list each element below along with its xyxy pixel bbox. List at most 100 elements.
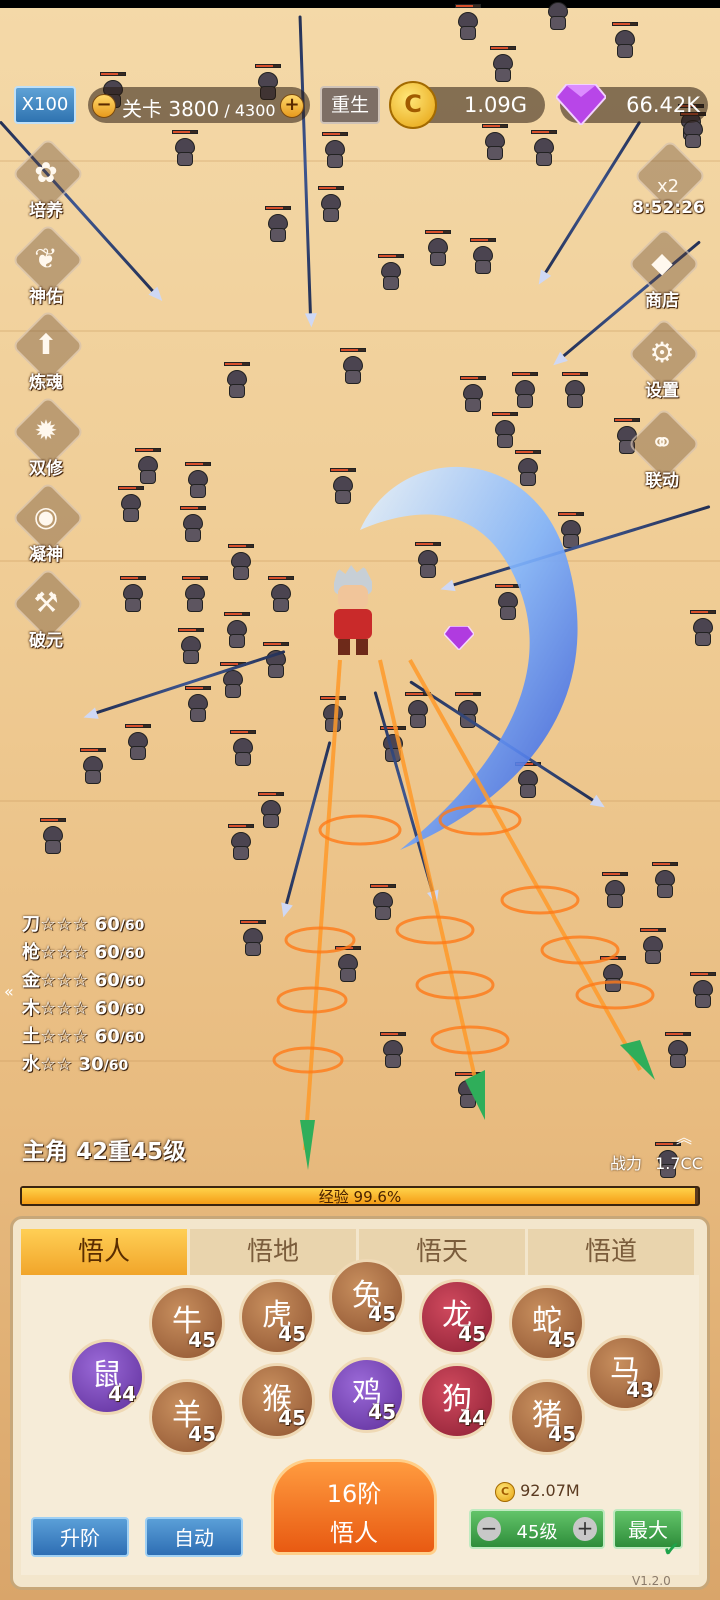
tab-wuren[interactable]: 悟人 — [21, 1229, 187, 1275]
enemy-soldier — [228, 544, 254, 584]
zodiac-snake[interactable]: 蛇 45 — [509, 1285, 585, 1361]
enemy-soldier — [322, 132, 348, 172]
stage-prev-button[interactable]: − — [92, 94, 116, 118]
enemy-soldier — [182, 576, 208, 616]
enemy-soldier — [40, 818, 66, 858]
enemy-soldier — [80, 748, 106, 788]
main-enlighten-button[interactable]: 16阶 悟人 — [271, 1459, 437, 1555]
right-menu-label: 联动 — [645, 471, 679, 491]
purple-gem-icon — [554, 81, 608, 129]
right-menu-item[interactable]: ⚙ 设置 — [626, 317, 701, 418]
enemy-soldier — [690, 610, 716, 650]
boost-multiplier: x2 — [656, 176, 680, 197]
enemy-soldier — [562, 372, 588, 412]
enlighten-label: 悟人 — [330, 1519, 378, 1547]
enemy-soldier — [340, 348, 366, 388]
blessing-wings-icon: ❦ — [34, 242, 58, 275]
exp-label: 经验 99.6% — [318, 1188, 402, 1206]
double-boost-button[interactable]: x2 8:52:26 — [632, 139, 707, 240]
weapon-level: 30 — [78, 1054, 104, 1075]
weapon-level-max: /60 — [119, 918, 145, 934]
left-menu-item[interactable]: ✹ 双修 — [10, 395, 85, 496]
enemy-soldier — [531, 130, 557, 170]
stage-label: 关卡 — [122, 97, 162, 121]
weapon-row: 刀☆☆☆ 60/60 — [22, 910, 144, 936]
enemy-soldier — [228, 824, 254, 864]
enemy-soldier — [318, 186, 344, 226]
dual-flame-icon: ✹ — [34, 414, 58, 447]
weapon-name: 刀 — [22, 914, 40, 935]
left-menu-item[interactable]: ✿ 培养 — [10, 137, 85, 238]
speed-multiplier-button[interactable]: X100 — [14, 86, 76, 124]
collapse-left-icon[interactable]: « — [4, 982, 14, 1001]
gold-coin-icon: C — [495, 1481, 515, 1502]
left-menu-label: 凝神 — [29, 545, 63, 565]
stage-separator: / — [219, 101, 235, 120]
weapon-level: 60 — [94, 1026, 120, 1047]
status-bar-strip — [0, 0, 720, 8]
weapon-level-max: /60 — [119, 1030, 145, 1046]
left-menu-item[interactable]: ⚒ 破元 — [10, 567, 85, 668]
rebirth-button[interactable]: 重生 — [320, 86, 380, 124]
weapon-level: 60 — [94, 914, 120, 935]
zodiac-dragon[interactable]: 龙 45 — [419, 1279, 495, 1355]
zodiac-ox[interactable]: 牛 45 — [149, 1285, 225, 1361]
zodiac-horse[interactable]: 马 43 — [587, 1335, 663, 1411]
level-increase-button[interactable]: + — [573, 1517, 597, 1541]
game-scene[interactable]: X100 − 关卡 3800 / 4300 + 重生 C 1.09G 66.42… — [0, 0, 720, 1600]
enemy-soldier — [612, 22, 638, 62]
check-icon: ✔ — [663, 1537, 680, 1561]
weapon-level: 60 — [94, 970, 120, 991]
expand-up-icon[interactable]: ︽ — [676, 1124, 692, 1148]
enemy-soldier — [455, 4, 481, 44]
enemy-soldier — [135, 448, 161, 488]
gear-icon: ⚙ — [649, 336, 675, 369]
tab-wudi[interactable]: 悟地 — [190, 1229, 356, 1275]
enemy-soldier — [118, 486, 144, 526]
left-menu-item[interactable]: ❦ 神佑 — [10, 223, 85, 324]
tier-label: 16阶 — [326, 1480, 382, 1508]
enemy-soldier — [690, 972, 716, 1012]
exp-bar: 经验 99.6% — [20, 1186, 700, 1206]
zodiac-goat[interactable]: 羊 45 — [149, 1379, 225, 1455]
zodiac-pig[interactable]: 猪 45 — [509, 1379, 585, 1455]
cultivate-icon: ✿ — [34, 156, 58, 189]
enemy-soldier — [185, 686, 211, 726]
zodiac-rabbit[interactable]: 兔 45 — [329, 1259, 405, 1335]
flying-spear — [298, 15, 312, 316]
weapon-row: 土☆☆☆ 60/60 — [22, 1022, 144, 1048]
fire-arrows-effect — [272, 659, 655, 1170]
enemy-soldier — [512, 372, 538, 412]
zodiac-rat[interactable]: 鼠 44 — [69, 1339, 145, 1415]
left-menu-item[interactable]: ◉ 凝神 — [10, 481, 85, 582]
right-menu-label: 商店 — [645, 291, 679, 311]
weapon-name: 水 — [22, 1054, 40, 1075]
enemy-soldier — [425, 230, 451, 270]
zodiac-level: 45 — [188, 1422, 216, 1446]
zodiac-level: 45 — [278, 1322, 306, 1346]
left-menu-label: 破元 — [29, 631, 63, 651]
right-menu-item[interactable]: ⚭ 联动 — [626, 407, 701, 508]
left-menu-label: 炼魂 — [29, 373, 63, 393]
zodiac-dog[interactable]: 狗 44 — [419, 1363, 495, 1439]
stage-next-button[interactable]: + — [280, 94, 304, 118]
left-menu-item[interactable]: ⬆ 炼魂 — [10, 309, 85, 410]
hero-character — [328, 565, 378, 657]
weapon-row: 金☆☆☆ 60/60 — [22, 966, 144, 992]
left-menu-label: 神佑 — [29, 287, 63, 307]
zodiac-level: 45 — [368, 1400, 396, 1424]
right-menu-item[interactable]: ◆ 商店 — [626, 227, 701, 328]
weapon-level-max: /60 — [119, 946, 145, 962]
zodiac-monkey[interactable]: 猴 45 — [239, 1363, 315, 1439]
upgrade-tier-button[interactable]: 升阶 — [31, 1517, 129, 1557]
tab-wudao[interactable]: 悟道 — [528, 1229, 694, 1275]
zodiac-tiger[interactable]: 虎 45 — [239, 1279, 315, 1355]
enemy-soldier — [545, 2, 571, 34]
auto-button[interactable]: 自动 — [145, 1517, 243, 1557]
gem-drop-icon[interactable] — [443, 625, 475, 652]
hammer-icon: ⚒ — [33, 586, 59, 619]
weapon-name: 金 — [22, 970, 40, 991]
weapon-stars: ☆☆☆ — [40, 1026, 95, 1047]
zodiac-rooster[interactable]: 鸡 45 — [329, 1357, 405, 1433]
enemy-soldier — [460, 376, 486, 416]
